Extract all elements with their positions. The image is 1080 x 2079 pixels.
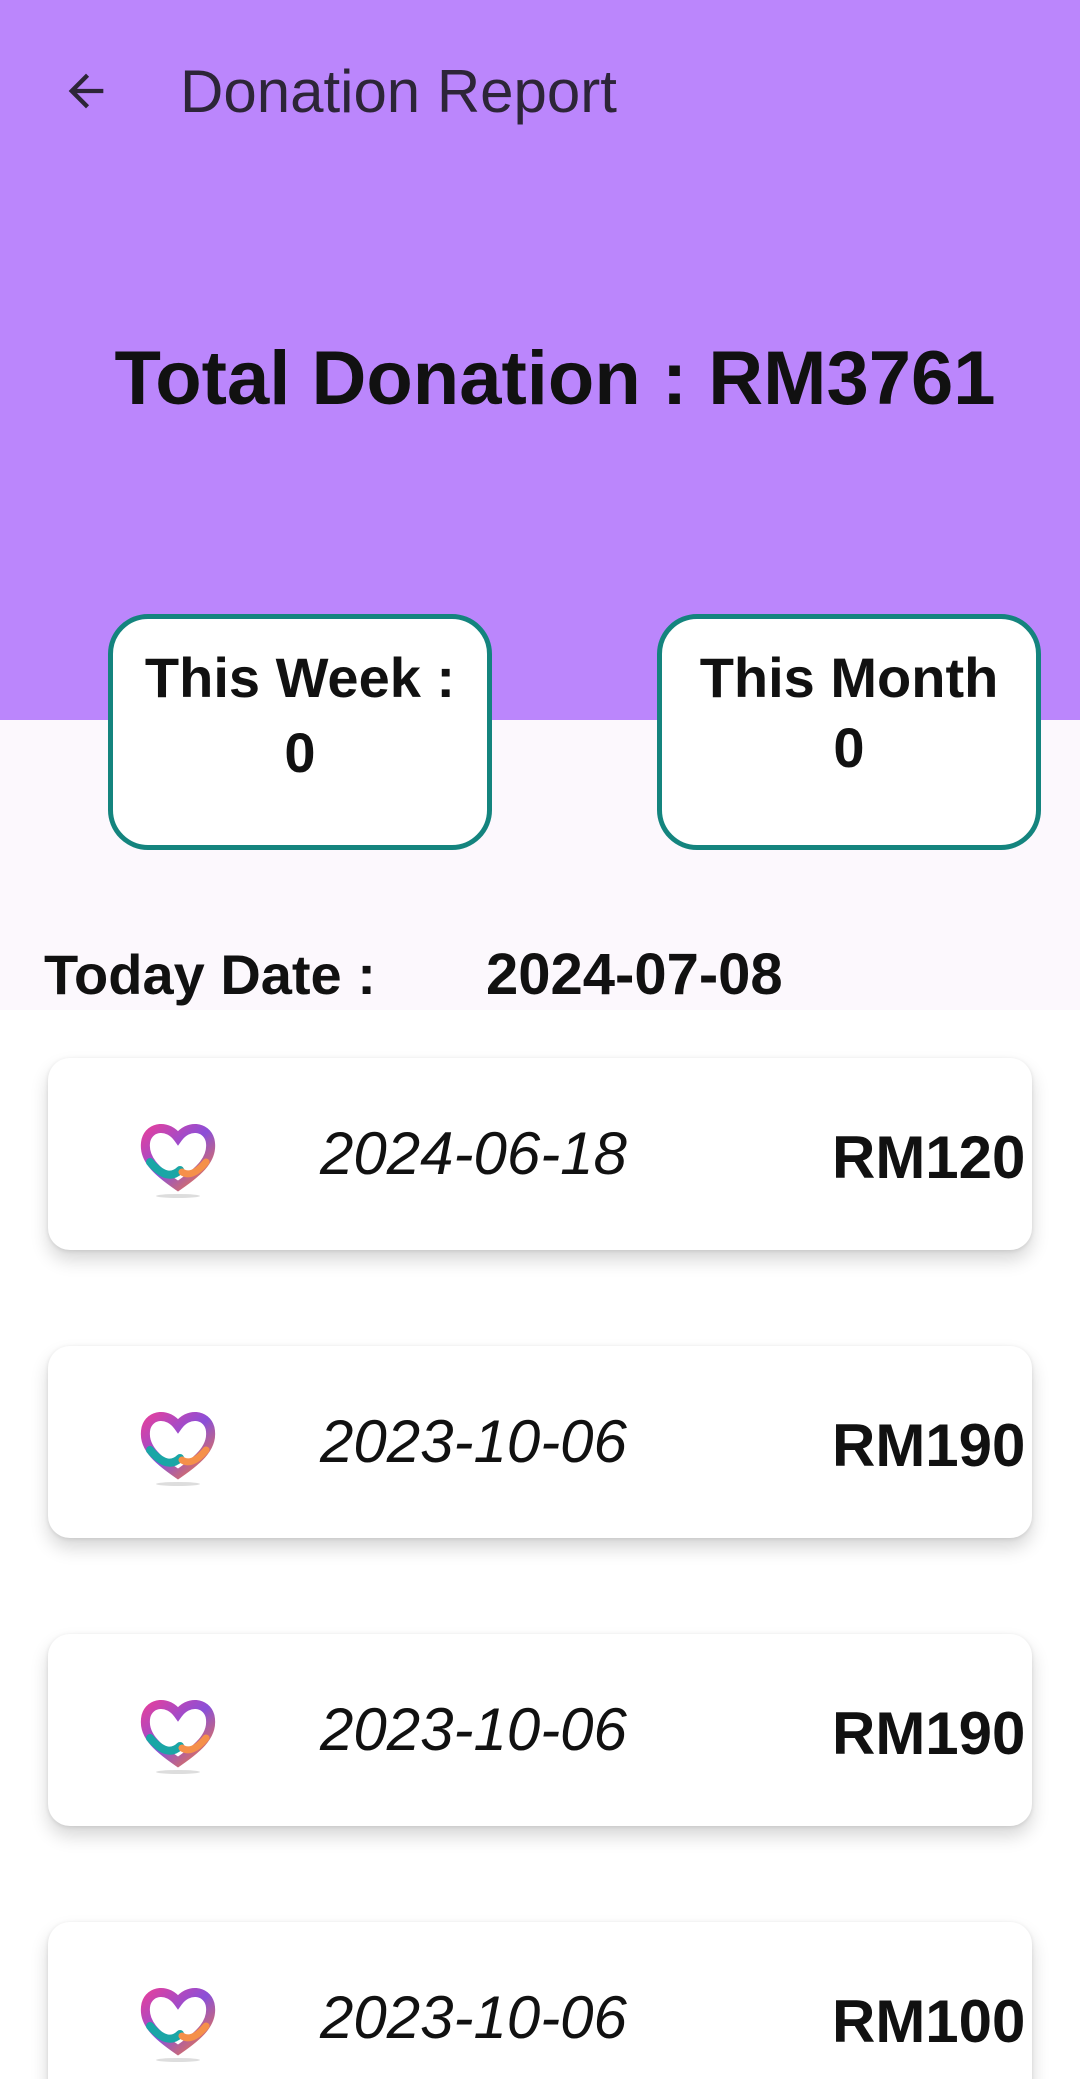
heart-hands-logo-icon	[140, 1700, 216, 1774]
this-week-label: This Week :	[144, 646, 456, 709]
donation-list-item[interactable]: 2023-10-06 RM190	[48, 1634, 1032, 1826]
this-month-card: This Month 0	[657, 614, 1041, 850]
back-button[interactable]	[40, 45, 132, 137]
donation-date: 2024-06-18	[320, 1120, 627, 1187]
this-week-value: 0	[284, 721, 316, 784]
donation-amount: RM190	[832, 1412, 1026, 1479]
app-bar: Donation Report Total Donation : RM3761	[0, 0, 1080, 720]
donation-amount: RM120	[832, 1124, 1026, 1191]
total-donation-text: Total Donation : RM3761	[114, 336, 996, 421]
donation-report-screen: Donation Report Total Donation : RM3761 …	[0, 0, 1080, 2079]
donation-list-item[interactable]: 2023-10-06 RM190	[48, 1346, 1032, 1538]
this-month-value: 0	[833, 716, 865, 779]
donation-amount: RM100	[832, 1988, 1026, 2055]
arrow-back-icon	[68, 73, 104, 109]
today-date-label: Today Date :	[44, 943, 376, 1006]
donation-amount: RM190	[832, 1700, 1026, 1767]
today-date-row: Today Date : 2024-07-08	[0, 935, 1080, 1015]
this-month-label: This Month	[699, 646, 999, 709]
heart-hands-logo-icon	[140, 1124, 216, 1198]
today-date-value: 2024-07-08	[486, 942, 783, 1007]
donation-date: 2023-10-06	[320, 1408, 627, 1475]
heart-hands-logo-icon	[140, 1412, 216, 1486]
donation-date: 2023-10-06	[320, 1984, 627, 2051]
donation-list-item[interactable]: 2023-10-06 RM100	[48, 1922, 1032, 2079]
donation-list-item[interactable]: 2024-06-18 RM120	[48, 1058, 1032, 1250]
this-week-card: This Week : 0	[108, 614, 492, 850]
heart-hands-logo-icon	[140, 1988, 216, 2062]
page-title: Donation Report	[180, 58, 617, 125]
donation-date: 2023-10-06	[320, 1696, 627, 1763]
